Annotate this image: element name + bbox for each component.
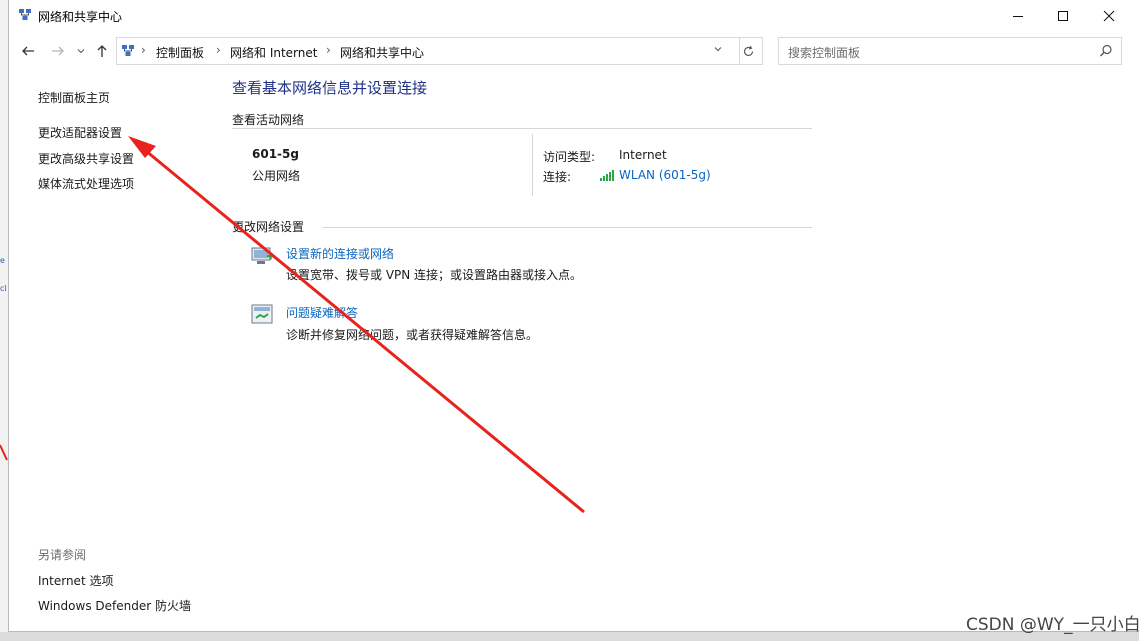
minimize-icon xyxy=(1013,15,1023,17)
setup-new-connection-description: 设置宽带、拨号或 VPN 连接；或设置路由器或接入点。 xyxy=(286,268,583,282)
minimize-button[interactable] xyxy=(995,0,1041,31)
arrow-right-icon xyxy=(52,46,64,56)
access-type-label: 访问类型: xyxy=(543,150,596,164)
internet-options-link[interactable]: Internet 选项 xyxy=(38,572,113,589)
see-also-heading: 另请参阅 xyxy=(38,548,87,562)
wlan-connection-link[interactable]: WLAN (601-5g) xyxy=(619,168,711,182)
network-sharing-window: 网络和共享中心 › 控制面板 › 网络和 Internet › 网络和共享中心 … xyxy=(8,0,1139,632)
up-button[interactable] xyxy=(93,42,111,60)
setup-new-connection-link[interactable]: 设置新的连接或网络 xyxy=(286,245,394,262)
connection-label: 连接: xyxy=(543,170,572,184)
breadcrumb-separator: › xyxy=(326,43,331,57)
watermark: CSDN @WY_一只小白 xyxy=(966,615,1139,635)
window-title: 网络和共享中心 xyxy=(38,10,123,24)
title-bar[interactable]: 网络和共享中心 xyxy=(9,0,1139,31)
background-window-edge xyxy=(0,0,8,641)
refresh-icon xyxy=(743,45,754,56)
windows-firewall-link[interactable]: Windows Defender 防火墙 xyxy=(38,597,191,614)
media-streaming-options-link[interactable]: 媒体流式处理选项 xyxy=(38,175,134,192)
network-name: 601-5g xyxy=(252,147,299,161)
network-center-icon xyxy=(122,45,134,56)
breadcrumb-network-internet[interactable]: 网络和 Internet xyxy=(230,44,317,61)
breadcrumb-separator: › xyxy=(141,43,146,57)
close-button[interactable] xyxy=(1086,0,1132,31)
control-panel-home-link[interactable]: 控制面板主页 xyxy=(38,89,110,106)
close-icon xyxy=(1103,10,1115,21)
maximize-icon xyxy=(1058,10,1068,21)
divider xyxy=(532,134,533,196)
search-icon[interactable] xyxy=(1099,44,1113,58)
background-edge-mark: cl xyxy=(0,284,7,293)
active-networks-heading: 查看活动网络 xyxy=(232,113,305,127)
address-bar[interactable]: › 控制面板 › 网络和 Internet › 网络和共享中心 xyxy=(116,37,740,65)
arrow-left-icon xyxy=(22,46,34,56)
troubleshoot-description: 诊断并修复网络问题，或者获得疑难解答信息。 xyxy=(286,328,539,342)
breadcrumb-network-center[interactable]: 网络和共享中心 xyxy=(340,44,424,61)
arrow-up-icon xyxy=(97,45,107,57)
network-center-icon xyxy=(19,9,31,20)
maximize-button[interactable] xyxy=(1040,0,1086,31)
divider xyxy=(322,227,812,228)
troubleshoot-link[interactable]: 问题疑难解答 xyxy=(286,304,358,321)
search-placeholder: 搜索控制面板 xyxy=(788,46,861,60)
access-type-value: Internet xyxy=(619,148,667,162)
refresh-button[interactable] xyxy=(735,37,763,65)
troubleshoot-icon[interactable] xyxy=(251,304,275,326)
recent-locations-button[interactable] xyxy=(72,42,90,60)
chevron-down-icon xyxy=(714,47,722,52)
forward-button[interactable] xyxy=(49,42,67,60)
chevron-down-icon xyxy=(77,49,85,54)
divider xyxy=(232,128,812,129)
change-advanced-sharing-link[interactable]: 更改高级共享设置 xyxy=(38,150,134,167)
page-title: 查看基本网络信息并设置连接 xyxy=(232,79,428,97)
search-input[interactable]: 搜索控制面板 xyxy=(778,37,1122,65)
change-settings-heading: 更改网络设置 xyxy=(232,220,305,234)
back-button[interactable] xyxy=(19,42,37,60)
breadcrumb-control-panel[interactable]: 控制面板 xyxy=(156,44,204,61)
address-dropdown-button[interactable] xyxy=(713,44,723,57)
network-category-link[interactable]: 公用网络 xyxy=(252,167,300,184)
background-edge-mark: e xyxy=(0,256,5,265)
wifi-signal-icon xyxy=(600,170,614,181)
new-connection-icon[interactable] xyxy=(251,246,275,268)
change-adapter-settings-link[interactable]: 更改适配器设置 xyxy=(38,124,122,141)
breadcrumb-separator: › xyxy=(216,43,221,57)
